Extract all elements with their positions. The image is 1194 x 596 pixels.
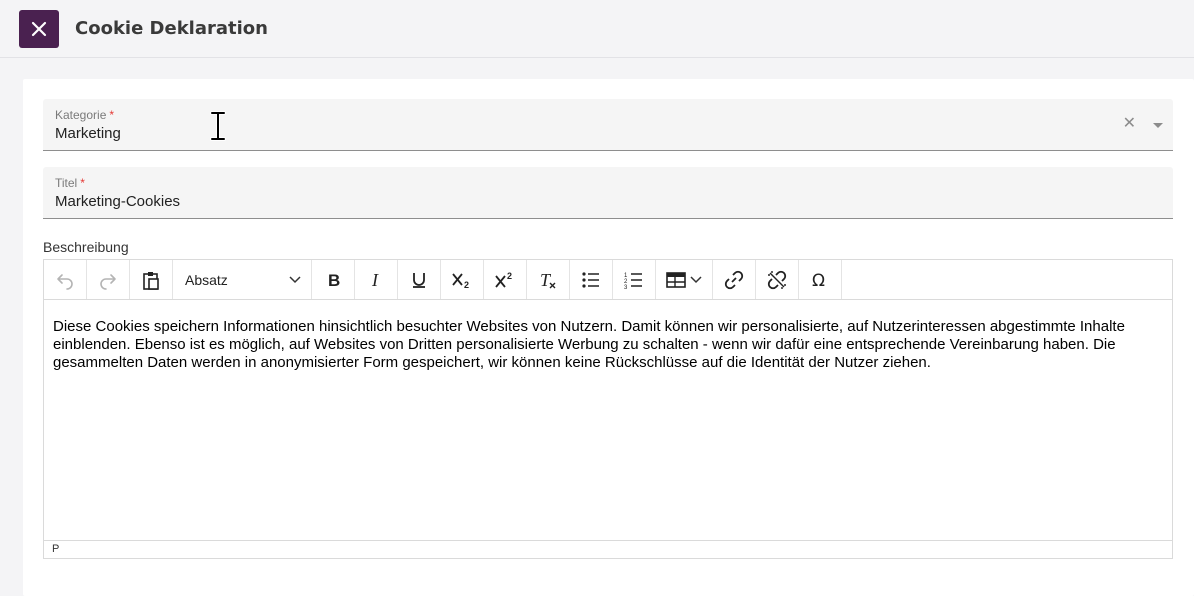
undo-icon xyxy=(57,273,73,290)
superscript-icon: 2 xyxy=(495,271,512,288)
block-format-select[interactable]: Absatz xyxy=(173,260,312,299)
italic-icon: I xyxy=(371,270,379,290)
undo-button[interactable] xyxy=(44,260,87,299)
chevron-down-icon[interactable] xyxy=(1153,123,1163,128)
title-label: Titel * xyxy=(55,176,85,190)
block-format-label: Absatz xyxy=(185,271,228,288)
category-select[interactable]: Kategorie * Marketing ✕ xyxy=(43,99,1173,151)
close-button[interactable] xyxy=(19,10,59,48)
editor-content[interactable]: Diese Cookies speichern Informationen hi… xyxy=(53,318,1163,372)
bold-icon: B xyxy=(328,271,340,290)
page-title: Cookie Deklaration xyxy=(75,18,268,39)
required-mark: * xyxy=(80,176,85,190)
rich-text-editor[interactable]: Absatz B I 2 2 T 1 2 3 Ω Diese Cookies s… xyxy=(43,259,1173,559)
title-field[interactable]: Titel * Marketing-Cookies xyxy=(43,167,1173,219)
underline-button[interactable] xyxy=(398,260,441,299)
clear-icon[interactable]: ✕ xyxy=(1123,116,1136,132)
close-icon xyxy=(31,21,47,37)
unlink-icon xyxy=(767,270,787,289)
required-mark: * xyxy=(109,108,115,122)
italic-button[interactable]: I xyxy=(355,260,398,299)
superscript-button[interactable]: 2 xyxy=(484,260,527,299)
editor-toolbar: Absatz B I 2 2 T 1 2 3 Ω xyxy=(44,260,1172,300)
paste-button[interactable] xyxy=(130,260,173,299)
clear-format-button[interactable]: T xyxy=(527,260,570,299)
redo-button[interactable] xyxy=(87,260,130,299)
numbered-list-button[interactable]: 123 xyxy=(613,260,656,299)
svg-text:2: 2 xyxy=(507,271,512,281)
link-button[interactable] xyxy=(713,260,756,299)
unlink-button[interactable] xyxy=(756,260,799,299)
title-value: Marketing-Cookies xyxy=(55,193,181,210)
text-cursor-icon xyxy=(210,111,226,141)
bold-button[interactable]: B xyxy=(312,260,355,299)
description-label: Beschreibung xyxy=(43,239,129,255)
header-bar: Cookie Deklaration xyxy=(0,0,1194,58)
table-icon xyxy=(666,271,686,288)
special-character-button[interactable]: Ω xyxy=(799,260,842,299)
chevron-down-icon xyxy=(289,275,301,283)
svg-text:B: B xyxy=(328,271,340,290)
category-label: Kategorie * xyxy=(55,108,115,122)
subscript-button[interactable]: 2 xyxy=(441,260,484,299)
underline-icon xyxy=(413,272,425,288)
svg-text:2: 2 xyxy=(464,280,469,290)
clear-format-icon: T xyxy=(540,270,556,290)
bullet-list-icon xyxy=(582,271,599,288)
chevron-down-icon xyxy=(690,275,702,283)
svg-text:I: I xyxy=(371,270,379,290)
subscript-icon: 2 xyxy=(452,272,469,290)
paste-icon xyxy=(143,271,159,290)
omega-icon: Ω xyxy=(812,271,825,290)
svg-text:3: 3 xyxy=(624,285,628,290)
category-value: Marketing xyxy=(55,125,121,142)
editor-statusbar: P xyxy=(44,540,1172,558)
bullet-list-button[interactable] xyxy=(570,260,613,299)
numbered-list-icon: 123 xyxy=(624,273,642,290)
element-path[interactable]: P xyxy=(52,543,59,555)
svg-text:Ω: Ω xyxy=(812,271,825,290)
table-button[interactable] xyxy=(656,260,713,299)
redo-icon xyxy=(100,273,116,290)
link-icon xyxy=(724,270,744,289)
form-card: Kategorie * Marketing ✕ Titel * Marketing-… xyxy=(23,79,1194,596)
